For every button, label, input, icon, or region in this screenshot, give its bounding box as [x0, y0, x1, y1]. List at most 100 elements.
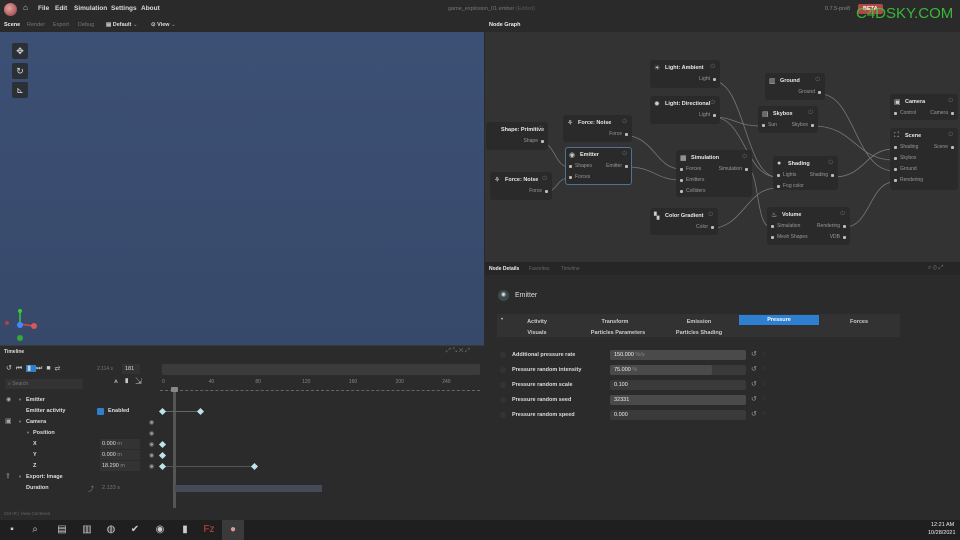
- section-transform[interactable]: Transform: [588, 319, 642, 325]
- tab-debug[interactable]: Debug: [78, 22, 94, 28]
- input-port[interactable]: Sun: [762, 122, 777, 128]
- power-icon[interactable]: ⏻: [948, 132, 953, 139]
- start-icon[interactable]: ▪: [5, 523, 19, 537]
- node-skybox[interactable]: ▤ Skybox ⏻ Sun Skybox: [758, 106, 818, 133]
- app-icon-notes[interactable]: ▥: [80, 523, 94, 537]
- track-emitter[interactable]: ◉ ▼ Emitter: [0, 395, 484, 406]
- track-emitter-activity[interactable]: Emitter activity Enabled: [0, 406, 484, 417]
- move-tool-icon[interactable]: ✥: [12, 43, 28, 59]
- section-visuals[interactable]: Visuals: [510, 330, 564, 336]
- rotate-tool-icon[interactable]: ↻: [12, 63, 28, 79]
- node-graph-canvas[interactable]: ☀ Light: Ambient ⏻ Light ✹ Light: Directional…: [485, 32, 960, 262]
- track-y[interactable]: Y 0.000 m ◉: [0, 450, 484, 461]
- reset-icon[interactable]: ↺: [751, 395, 757, 403]
- node-force-noise[interactable]: ⚘ Force: Noise ⏻ Force: [490, 172, 552, 200]
- output-port[interactable]: Rendering: [817, 223, 846, 229]
- input-port[interactable]: Ground: [894, 166, 917, 172]
- tab-export[interactable]: Export: [53, 22, 69, 28]
- animate-toggle[interactable]: [500, 367, 506, 373]
- input-port[interactable]: Forces: [680, 166, 701, 172]
- loop-icon[interactable]: ⇄: [55, 365, 65, 372]
- reset-icon[interactable]: ↺: [751, 350, 757, 358]
- search-input[interactable]: ⌕ Search: [5, 379, 83, 389]
- output-port[interactable]: Color: [696, 224, 714, 230]
- node-ground[interactable]: ▥ Ground ⏻ Ground: [765, 73, 825, 100]
- power-icon[interactable]: ⏻: [828, 160, 833, 167]
- section-activity[interactable]: Activity: [510, 319, 564, 325]
- power-icon[interactable]: ⏻: [948, 98, 953, 105]
- tab-timeline[interactable]: Timeline: [561, 266, 580, 272]
- property-value-field[interactable]: 0.000: [610, 410, 746, 420]
- duration-bar[interactable]: [175, 485, 322, 492]
- output-port[interactable]: Force: [529, 188, 548, 194]
- eye-icon[interactable]: ◉: [149, 419, 154, 426]
- curve-tools[interactable]: ⩚▮⇲: [114, 378, 148, 386]
- node-light-directional[interactable]: ✹ Light: Directional ⏻ Light: [650, 96, 720, 124]
- input-port[interactable]: Control: [894, 110, 916, 116]
- node-simulation[interactable]: ▦ Simulation ⏻ Forces Emitters Colliders Simul…: [676, 150, 752, 197]
- input-port[interactable]: Skybox: [894, 155, 916, 161]
- frame-input[interactable]: 181: [122, 364, 140, 374]
- node-emitter[interactable]: ◉ Emitter ⏻ Shapes Forces Emitter: [565, 147, 632, 185]
- keyframe[interactable]: [158, 440, 167, 449]
- input-port[interactable]: Lights: [777, 172, 796, 178]
- menu-settings[interactable]: Settings: [111, 5, 137, 12]
- output-port[interactable]: Camera: [930, 110, 954, 116]
- preset-dropdown[interactable]: ▤ Default ⌄: [106, 22, 138, 28]
- timeline-ruler[interactable]: 0 40 80 120 160 200 240: [160, 379, 480, 391]
- x-value-input[interactable]: 0.000 m: [100, 439, 140, 449]
- input-port[interactable]: Colliders: [680, 188, 705, 194]
- output-port[interactable]: Force: [609, 131, 628, 137]
- tab-node-details[interactable]: Node Details: [489, 266, 519, 272]
- keyframe[interactable]: [158, 462, 167, 471]
- input-port[interactable]: Shading: [894, 144, 918, 150]
- track-z[interactable]: Z 18.290 m ◉: [0, 461, 484, 472]
- power-icon[interactable]: ⏻: [710, 100, 715, 107]
- play-icon[interactable]: ▮: [26, 365, 37, 372]
- eye-icon[interactable]: ◉: [149, 463, 154, 470]
- view-dropdown[interactable]: ⊙ View ⌄: [151, 22, 176, 28]
- node-force-noise[interactable]: ⚘ Force: Noise ⏻ Force: [563, 115, 632, 142]
- reset-icon[interactable]: ↺: [751, 380, 757, 388]
- node-shape-primitive[interactable]: Shape: Primitive ⏻ Shape: [486, 122, 548, 150]
- eye-icon[interactable]: ◉: [149, 441, 154, 448]
- 3d-viewport[interactable]: ✥ ↻ ⊾: [0, 32, 484, 345]
- keyframe-icon[interactable]: ◌: [762, 366, 766, 372]
- z-value-input[interactable]: 18.290 m: [100, 461, 140, 471]
- eye-icon[interactable]: ◉: [149, 430, 154, 437]
- section-emission[interactable]: Emission: [672, 319, 726, 325]
- tab-scene[interactable]: Scene: [4, 22, 20, 28]
- keyframe[interactable]: [196, 407, 205, 416]
- keyframe-icon[interactable]: ◌: [762, 411, 766, 417]
- track-camera[interactable]: ▣ ▼ Camera ◉: [0, 417, 484, 428]
- timeline-scrollbar[interactable]: [162, 364, 480, 375]
- track-position[interactable]: ▼ Position ◉: [0, 428, 484, 439]
- power-icon[interactable]: ⏻: [622, 119, 627, 126]
- output-port[interactable]: Light: [699, 112, 716, 118]
- section-pressure[interactable]: Pressure: [739, 315, 819, 325]
- record-icon[interactable]: ■: [46, 365, 54, 372]
- playhead-handle[interactable]: [171, 387, 178, 392]
- app-icon-steam[interactable]: ✔: [128, 523, 142, 537]
- section-particles-parameters[interactable]: Particles Parameters: [583, 330, 653, 336]
- section-forces[interactable]: Forces: [832, 319, 886, 325]
- property-value-field[interactable]: 150.000 %/s: [610, 350, 746, 360]
- keyframe-icon[interactable]: ◌: [762, 396, 766, 402]
- node-volume[interactable]: ♨ Volume ⏻ Simulation Mesh Shapes Rendering VD…: [767, 207, 850, 245]
- input-port[interactable]: Rendering: [894, 177, 923, 183]
- next-key-icon[interactable]: ⏭: [36, 365, 46, 372]
- power-icon[interactable]: ⏻: [542, 176, 547, 183]
- keyframe[interactable]: [158, 451, 167, 460]
- power-icon[interactable]: ⏻: [808, 110, 813, 117]
- eye-icon[interactable]: ◉: [149, 452, 154, 459]
- input-port[interactable]: Fog color: [777, 183, 804, 189]
- animate-toggle[interactable]: [500, 412, 506, 418]
- search-icon[interactable]: ⌕: [28, 523, 42, 537]
- output-port[interactable]: Ground: [798, 89, 821, 95]
- output-port[interactable]: Emitter: [606, 163, 628, 169]
- tab-favorites[interactable]: Favorites: [529, 266, 550, 272]
- loop-back-icon[interactable]: ↺: [6, 365, 16, 372]
- power-icon[interactable]: ⏻: [710, 64, 715, 71]
- power-icon[interactable]: ⏻: [742, 154, 747, 161]
- input-port[interactable]: Forces: [569, 174, 590, 180]
